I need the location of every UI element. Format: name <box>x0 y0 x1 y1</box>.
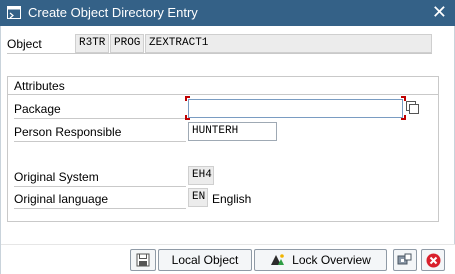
person-responsible-label: Person Responsible <box>14 125 122 139</box>
original-language-label: Original language <box>14 192 109 206</box>
system-row-divider <box>14 186 186 187</box>
package-row-divider <box>14 118 186 119</box>
person-responsible-input[interactable]: HUNTERH <box>188 122 277 141</box>
save-icon <box>136 253 150 267</box>
window-title: Create Object Directory Entry <box>28 5 198 20</box>
window-app-icon <box>7 6 21 19</box>
lock-overview-button[interactable]: Lock Overview <box>254 249 387 271</box>
original-language-code-field: EN <box>188 188 208 207</box>
person-row-divider <box>14 141 186 142</box>
original-system-label: Original System <box>14 170 99 184</box>
object-type-field: PROG <box>110 34 144 53</box>
button-bar: Local Object Lock Overview <box>1 244 455 274</box>
focus-corner-tl <box>185 96 190 101</box>
object-pgmid-field: R3TR <box>75 34 109 53</box>
display-change-button[interactable] <box>393 249 417 271</box>
cancel-button[interactable] <box>421 249 445 271</box>
package-input[interactable] <box>188 99 403 118</box>
cancel-icon <box>426 253 441 268</box>
object-label: Object <box>7 37 42 51</box>
attributes-group: Attributes Package Person Responsible HU… <box>7 76 439 222</box>
title-bar: Create Object Directory Entry ✕ <box>0 0 455 26</box>
dialog-body: Object R3TR PROG ZEXTRACT1 Attributes Pa… <box>0 26 455 274</box>
local-object-button[interactable]: Local Object <box>158 249 252 271</box>
original-language-text: English <box>212 192 252 206</box>
display-change-icon <box>397 253 413 267</box>
close-button[interactable]: ✕ <box>432 2 447 22</box>
value-help-icon[interactable] <box>406 101 420 118</box>
attributes-group-title: Attributes <box>14 79 65 93</box>
package-label: Package <box>14 102 61 116</box>
lock-overview-icon <box>270 253 286 267</box>
attributes-title-divider <box>8 94 438 95</box>
object-name-field: ZEXTRACT1 <box>145 34 432 53</box>
focus-corner-bl <box>185 115 190 120</box>
save-button[interactable] <box>130 249 156 271</box>
language-row-divider <box>14 208 186 209</box>
original-system-field: EH4 <box>188 166 214 185</box>
lock-overview-label: Lock Overview <box>292 253 371 267</box>
object-row-divider <box>7 53 432 54</box>
